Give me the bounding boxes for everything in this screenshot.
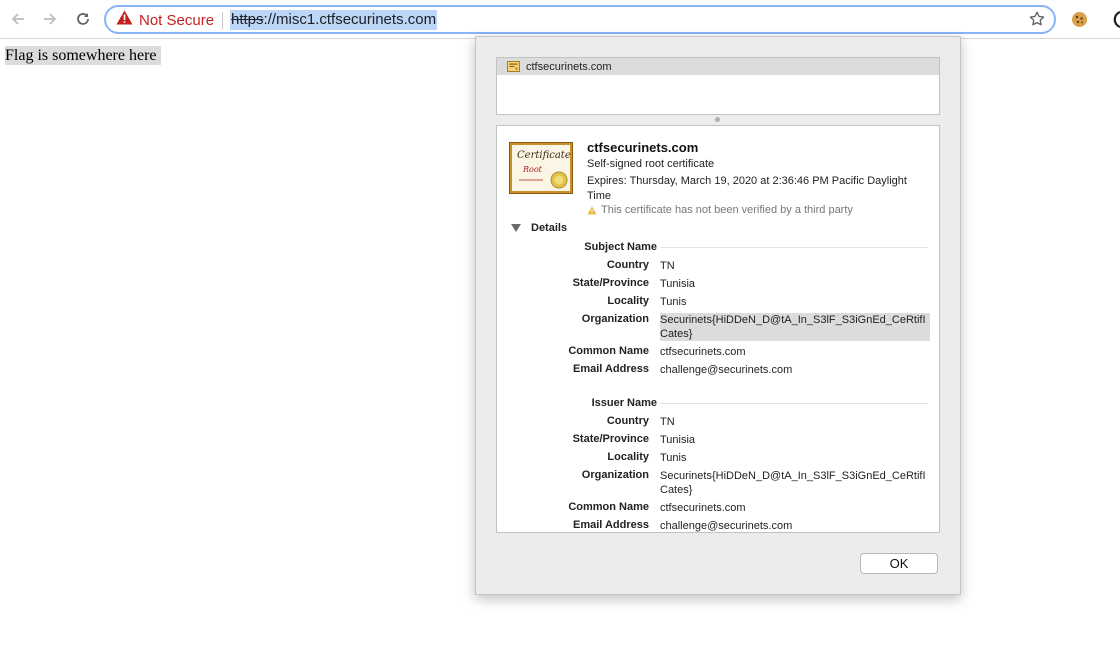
subject-locality-value: Tunis (660, 296, 687, 308)
subject-email-value: challenge@securinets.com (660, 364, 793, 376)
subject-country-key: Country (606, 259, 649, 271)
issuer-country-value: TN (660, 416, 675, 428)
certificate-thumb-title: Certificate (517, 150, 571, 161)
certificate-type: Self-signed root certificate (587, 158, 715, 170)
certificate-chain-list[interactable]: ctfsecurinets.com (496, 57, 940, 115)
not-secure-label: Not Secure (139, 11, 215, 29)
subject-common-name-key: Common Name (568, 345, 649, 357)
certificate-warning: This certificate has not been verified b… (587, 204, 853, 216)
url-scheme: https (231, 11, 264, 28)
subject-state-value: Tunisia (660, 278, 696, 290)
browser-toolbar: Not Secure https://misc1.ctfsecurinets.c… (0, 0, 1120, 39)
reload-icon[interactable] (73, 9, 93, 29)
subject-locality-key: Locality (607, 295, 649, 307)
subject-name-heading: Subject Name (584, 241, 657, 253)
omnibox-divider (222, 12, 223, 29)
certificate-warning-text: This certificate has not been verified b… (601, 204, 853, 216)
certificate-chain-item[interactable]: ctfsecurinets.com (497, 58, 939, 75)
issuer-organization-key: Organization (581, 469, 649, 481)
certificate-dialog: ctfsecurinets.com Certificate Root ctfse… (475, 36, 961, 595)
certificate-thumb-sub: Root (522, 165, 543, 174)
issuer-organization-value: Securinets{HiDDeN_D@tA_In_S3lF_S3iGnEd_C… (660, 470, 926, 496)
splitter-handle[interactable] (715, 117, 720, 122)
certificate-details-panel[interactable]: Certificate Root ctfsecurinets.com Self-… (496, 125, 940, 533)
url-host: ://misc1.ctfsecurinets.com (263, 11, 437, 28)
star-icon[interactable] (1028, 10, 1046, 33)
issuer-common-name-key: Common Name (568, 501, 649, 513)
subject-organization-value[interactable]: Securinets{HiDDeN_D@tA_In_S3lF_S3iGnEd_C… (660, 313, 930, 341)
subject-organization-key: Organization (581, 313, 649, 325)
ok-button[interactable]: OK (860, 553, 938, 574)
page-body-text: Flag is somewhere here (5, 46, 161, 65)
address-bar[interactable]: Not Secure https://misc1.ctfsecurinets.c… (104, 5, 1056, 34)
issuer-name-heading: Issuer Name (591, 397, 657, 409)
certificate-chain-label: ctfsecurinets.com (526, 60, 612, 73)
certificate-icon: Certificate Root (509, 142, 573, 194)
certificate-name: ctfsecurinets.com (587, 140, 699, 155)
issuer-email-value: challenge@securinets.com (660, 520, 793, 532)
issuer-state-key: State/Province (572, 433, 649, 445)
issuer-country-key: Country (606, 415, 649, 427)
details-label: Details (531, 222, 568, 234)
subject-state-key: State/Province (572, 277, 649, 289)
warning-triangle-icon (116, 10, 133, 30)
subject-name-rule (660, 247, 928, 248)
issuer-email-key: Email Address (572, 519, 649, 531)
subject-common-name-value: ctfsecurinets.com (660, 346, 746, 358)
certificate-expiry: Expires: Thursday, March 19, 2020 at 2:3… (587, 175, 907, 202)
subject-country-value: TN (660, 260, 675, 272)
certificate-small-icon (507, 61, 520, 72)
issuer-name-rule (660, 403, 928, 404)
security-indicator[interactable]: Not Secure (116, 10, 215, 30)
disclosure-triangle-icon[interactable] (511, 224, 521, 232)
extension-icon[interactable] (1104, 10, 1120, 33)
back-arrow-icon[interactable] (8, 9, 28, 29)
forward-arrow-icon[interactable] (40, 9, 60, 29)
cookie-extension-icon[interactable] (1071, 11, 1088, 33)
issuer-common-name-value: ctfsecurinets.com (660, 502, 746, 514)
subject-email-key: Email Address (572, 363, 649, 375)
url-text[interactable]: https://misc1.ctfsecurinets.com (230, 10, 438, 30)
warning-small-icon (587, 206, 597, 214)
issuer-state-value: Tunisia (660, 434, 696, 446)
issuer-locality-key: Locality (607, 451, 649, 463)
issuer-locality-value: Tunis (660, 452, 687, 464)
details-disclosure[interactable]: Details (511, 222, 567, 234)
